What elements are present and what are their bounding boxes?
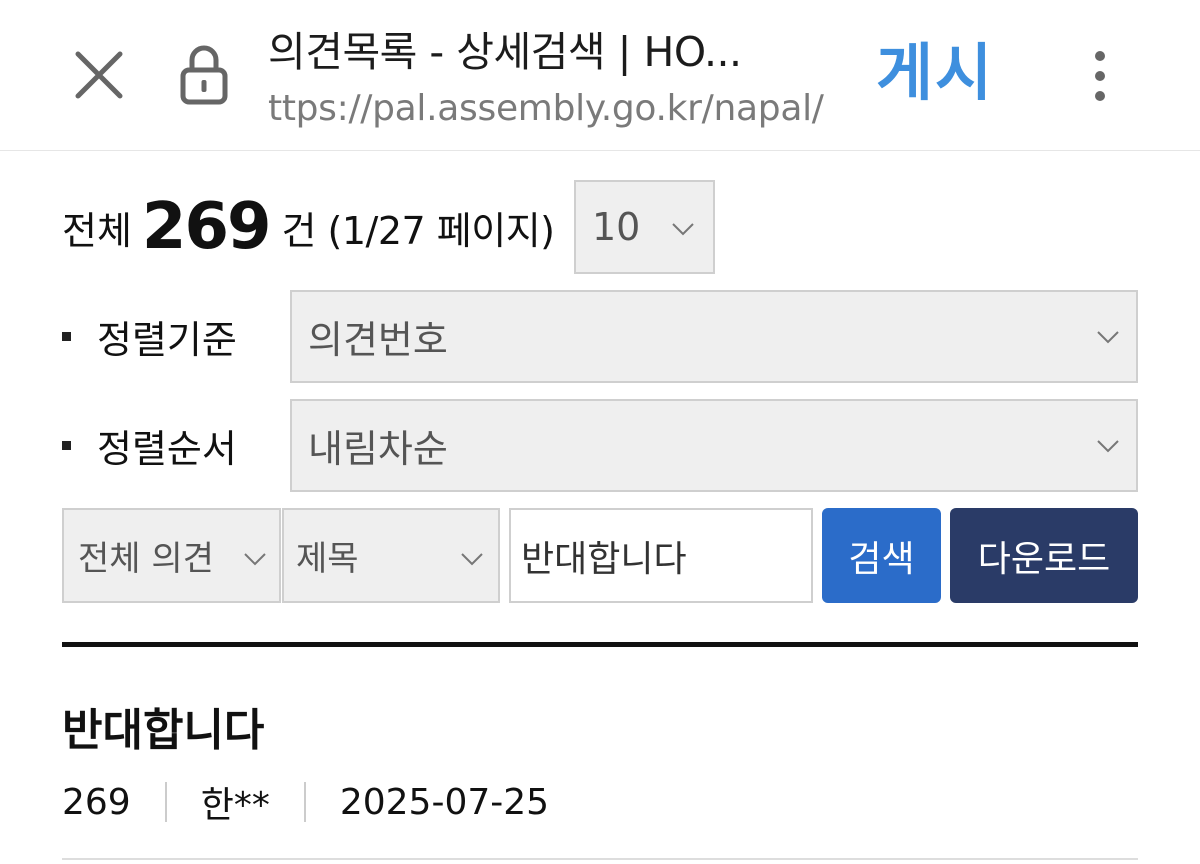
meta-separator <box>303 782 306 822</box>
search-input[interactable] <box>509 508 813 603</box>
chevron-down-icon <box>244 553 266 566</box>
sort-order-label-text: 정렬순서 <box>97 427 237 471</box>
search-field-value: 제목 <box>296 539 359 579</box>
sort-criteria-label: 정렬기준 <box>62 290 237 383</box>
chevron-down-icon <box>1097 331 1119 344</box>
page-url[interactable]: ttps://pal.assembly.go.kr/napal/ <box>268 88 824 129</box>
list-divider <box>62 642 1138 647</box>
result-count: 전체 269 건 (1/27 페이지) <box>62 182 555 272</box>
result-count-prefix: 전체 <box>62 208 132 253</box>
item-divider <box>62 858 1138 860</box>
search-scope-select[interactable]: 전체 의견 <box>62 508 281 603</box>
sort-order-value: 내림차순 <box>308 427 448 471</box>
opinion-meta: 269 한** 2025-07-25 <box>62 776 549 828</box>
bullet-icon <box>62 441 71 450</box>
sort-order-select[interactable]: 내림차순 <box>290 399 1138 492</box>
post-button[interactable]: 게시 <box>876 22 994 112</box>
chevron-down-icon <box>1097 440 1119 453</box>
more-options-icon[interactable] <box>1088 48 1112 104</box>
download-button[interactable]: 다운로드 <box>950 508 1138 603</box>
opinion-number: 269 <box>62 781 131 823</box>
chevron-down-icon <box>672 223 694 236</box>
lock-icon[interactable] <box>178 44 230 106</box>
sort-criteria-label-text: 정렬기준 <box>97 318 237 362</box>
chevron-down-icon <box>461 553 483 566</box>
search-button[interactable]: 검색 <box>822 508 941 603</box>
bullet-icon <box>62 332 71 341</box>
page-size-select[interactable]: 10 <box>574 180 715 274</box>
close-icon[interactable] <box>70 46 128 104</box>
opinion-title-link[interactable]: 반대합니다 <box>62 694 264 758</box>
search-scope-value: 전체 의견 <box>78 539 214 579</box>
page-title: 의견목록 - 상세검색 | HO... <box>268 28 742 76</box>
browser-top-bar: 의견목록 - 상세검색 | HO... ttps://pal.assembly.… <box>0 0 1200 151</box>
sort-order-label: 정렬순서 <box>62 399 237 492</box>
sort-criteria-value: 의견번호 <box>308 318 448 362</box>
opinion-date: 2025-07-25 <box>339 781 550 823</box>
page-size-value: 10 <box>592 205 641 249</box>
result-count-suffix: 건 (1/27 페이지) <box>281 208 555 253</box>
meta-separator <box>164 782 167 822</box>
sort-criteria-select[interactable]: 의견번호 <box>290 290 1138 383</box>
search-field-select[interactable]: 제목 <box>282 508 500 603</box>
opinion-author: 한** <box>200 785 270 826</box>
result-count-number: 269 <box>141 190 272 264</box>
